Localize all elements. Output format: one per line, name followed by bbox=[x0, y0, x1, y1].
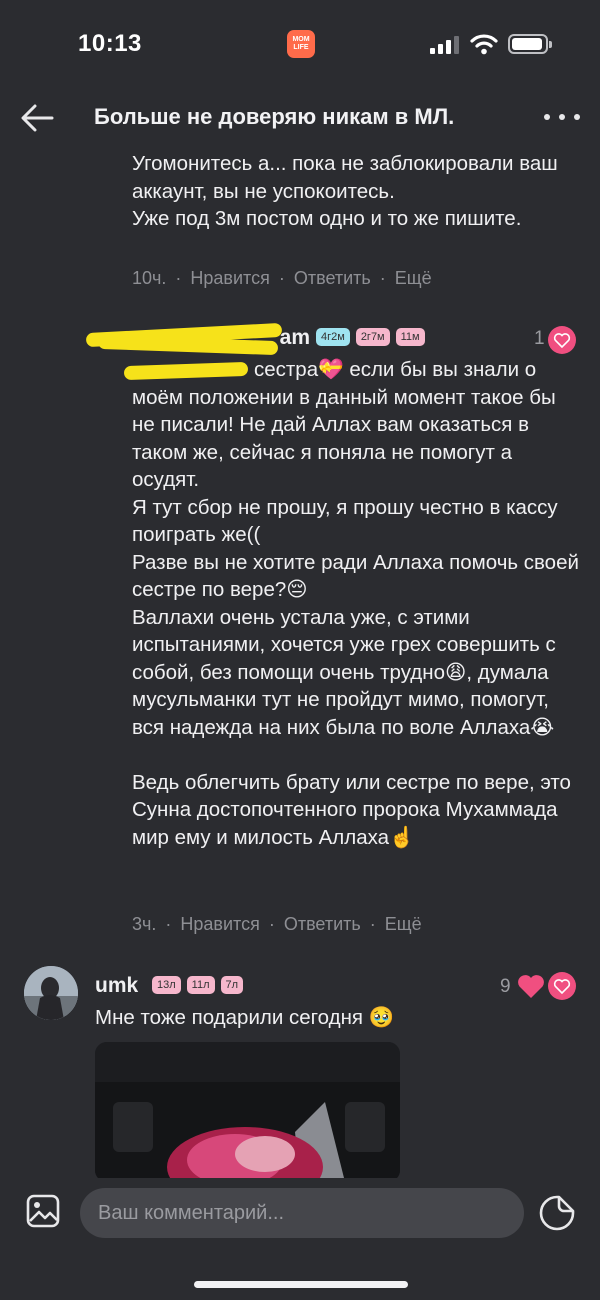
status-bar: 10:13 MOM LIFE bbox=[0, 0, 600, 90]
reply-link[interactable]: Ответить bbox=[284, 914, 361, 934]
like-button[interactable] bbox=[548, 326, 576, 354]
badges: 4г2м 2г7м 11м bbox=[316, 328, 425, 346]
badge: 11м bbox=[395, 328, 425, 346]
badges: 13л 11л 7л bbox=[152, 976, 244, 994]
like-button[interactable] bbox=[548, 972, 576, 1000]
attached-photo[interactable] bbox=[95, 1042, 400, 1182]
header: Больше не доверяю никам в МЛ. bbox=[0, 92, 600, 144]
like-link[interactable]: Нравится bbox=[180, 914, 259, 934]
comment-header: am 4г2м 2г7м 11м 1 bbox=[85, 322, 590, 356]
comment-time: 10ч. bbox=[132, 268, 167, 288]
more-link[interactable]: Ещё bbox=[395, 268, 432, 288]
sticker-icon[interactable] bbox=[538, 1194, 576, 1232]
status-time: 10:13 bbox=[78, 30, 142, 57]
comment-text: Мне тоже подарили сегодня 🥹 bbox=[95, 1006, 395, 1029]
avatar[interactable] bbox=[24, 966, 78, 1020]
like-count: 9 bbox=[500, 976, 511, 997]
page-title: Больше не доверяю никам в МЛ. bbox=[94, 104, 455, 129]
back-arrow-icon[interactable] bbox=[18, 100, 58, 136]
badge: 4г2м bbox=[316, 328, 350, 346]
wifi-icon bbox=[470, 34, 498, 55]
heart-icon[interactable] bbox=[516, 972, 546, 1000]
comment-username[interactable]: umk bbox=[95, 974, 138, 998]
badge: 2г7м bbox=[355, 328, 390, 346]
badge: 7л bbox=[220, 976, 244, 994]
comment-meta: 3ч. · Нравится · Ответить · Ещё bbox=[132, 914, 422, 934]
reply-link[interactable]: Ответить bbox=[294, 268, 371, 288]
composer-bar bbox=[0, 1178, 600, 1300]
more-link[interactable]: Ещё bbox=[385, 914, 422, 934]
image-icon[interactable] bbox=[26, 1194, 60, 1228]
heart-icon bbox=[553, 333, 571, 349]
battery-icon bbox=[508, 34, 552, 54]
heart-icon bbox=[553, 979, 571, 995]
comment-text: Угомонитесь а... пока не заблокировали в… bbox=[132, 152, 558, 230]
badge: 11л bbox=[186, 976, 215, 994]
home-indicator bbox=[194, 1281, 408, 1288]
comment-input[interactable] bbox=[80, 1188, 524, 1238]
comment-time: 3ч. bbox=[132, 914, 157, 934]
badge: 13л bbox=[152, 976, 181, 994]
more-icon[interactable] bbox=[540, 102, 584, 132]
comment-text: сестра💝 если бы вы знали о моём положени… bbox=[132, 358, 579, 849]
app-logo-icon: MOM LIFE bbox=[287, 30, 315, 58]
like-link[interactable]: Нравится bbox=[190, 268, 269, 288]
signal-icon bbox=[430, 36, 459, 54]
like-count: 1 bbox=[534, 328, 545, 349]
screen: 10:13 MOM LIFE Больше не доверяю никам в … bbox=[0, 0, 600, 1300]
comment-meta: 10ч. · Нравится · Ответить · Ещё bbox=[132, 268, 432, 288]
